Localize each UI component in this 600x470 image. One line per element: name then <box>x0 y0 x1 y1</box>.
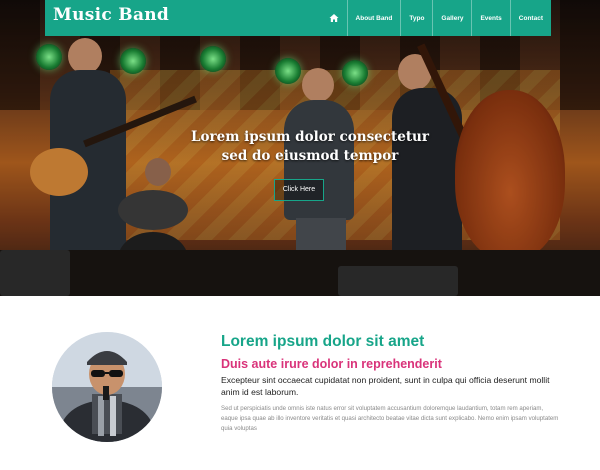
hero-headline-line1: Lorem ipsum dolor consectetur <box>191 129 429 145</box>
nav-contact[interactable]: Contact <box>509 0 551 36</box>
singer-portrait-image <box>52 332 162 442</box>
nav-about-band[interactable]: About Band <box>346 0 401 36</box>
section-subtitle: Duis aute irure dolor in reprehenderit <box>221 357 442 371</box>
click-here-button[interactable]: Click Here <box>274 179 324 201</box>
section-title: Lorem ipsum dolor sit amet <box>221 333 425 350</box>
nav-gallery[interactable]: Gallery <box>432 0 471 36</box>
home-icon <box>329 14 339 22</box>
intro-section: Lorem ipsum dolor sit amet Duis aute iru… <box>221 331 561 434</box>
nav-typo[interactable]: Typo <box>400 0 432 36</box>
nav-events[interactable]: Events <box>471 0 509 36</box>
singer-avatar <box>52 332 162 442</box>
hero-banner: Lorem ipsum dolor consectetur sed do eiu… <box>0 0 600 296</box>
brand-logo[interactable]: Music Band <box>53 5 169 25</box>
section-lead: Excepteur sint occaecat cupidatat non pr… <box>221 375 550 397</box>
nav-home[interactable] <box>321 0 347 36</box>
nav-menu: About Band Typo Gallery Events Contact <box>321 0 551 36</box>
hero-headline-line2: sed do eiusmod tempor <box>221 148 399 164</box>
section-body: Sed ut perspiciatis unde omnis iste natu… <box>221 405 559 432</box>
hero-headline: Lorem ipsum dolor consectetur sed do eiu… <box>160 128 460 166</box>
top-navbar: Music Band About Band Typo Gallery Event… <box>45 0 551 36</box>
